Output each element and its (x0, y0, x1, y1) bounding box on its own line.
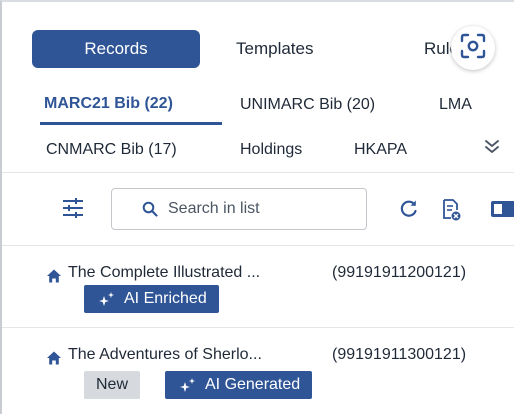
divider (2, 245, 514, 246)
refresh-icon (399, 200, 419, 223)
record-title[interactable]: The Complete Illustrated ... (68, 264, 260, 282)
tab-cnmarc-bib[interactable]: CNMARC Bib (17) (46, 141, 177, 159)
search-icon (142, 201, 158, 217)
home-icon (46, 350, 62, 371)
ai-generated-badge: AI Generated (165, 371, 313, 399)
new-badge: New (84, 371, 141, 399)
filter-button[interactable] (62, 198, 84, 223)
tab-hkapa[interactable]: HKAPA (354, 141, 407, 159)
record-id: (99191911300121) (332, 346, 467, 363)
sparkle-icon (179, 377, 197, 393)
tab-lma[interactable]: LMA (439, 96, 472, 114)
tab-marc21-bib[interactable]: MARC21 Bib (22) (44, 95, 173, 113)
tab-records[interactable]: Records (32, 30, 200, 68)
sparkle-icon (98, 291, 116, 307)
remove-records-button[interactable] (441, 199, 461, 226)
record-title[interactable]: The Adventures of Sherlo... (68, 346, 262, 364)
home-icon (46, 268, 62, 289)
chevron-double-down-icon (483, 140, 501, 160)
scan-button[interactable] (451, 26, 495, 70)
search-input[interactable] (168, 200, 348, 218)
badge-label: AI Enriched (124, 290, 207, 307)
tab-templates[interactable]: Templates (236, 30, 313, 68)
top-tabs: Records Templates Rules (32, 30, 514, 68)
more-tabs-button[interactable] (483, 138, 501, 161)
record-id: (99191911200121) (332, 264, 467, 281)
scan-icon (460, 33, 486, 64)
divider (2, 327, 514, 328)
panel-icon (490, 201, 514, 223)
sliders-icon (62, 198, 84, 222)
tab-unimarc-bib[interactable]: UNIMARC Bib (20) (240, 96, 375, 114)
tab-holdings[interactable]: Holdings (240, 141, 302, 159)
records-panel: Records Templates Rules MARC21 Bib (22) … (0, 0, 514, 414)
divider (2, 172, 514, 173)
ai-enriched-badge: AI Enriched (84, 285, 219, 313)
search-box[interactable] (111, 188, 367, 230)
refresh-button[interactable] (399, 199, 419, 224)
panel-toggle-button[interactable] (490, 199, 514, 224)
active-tab-indicator (40, 122, 222, 125)
document-x-icon (441, 199, 461, 225)
badge-label: AI Generated (205, 376, 301, 393)
